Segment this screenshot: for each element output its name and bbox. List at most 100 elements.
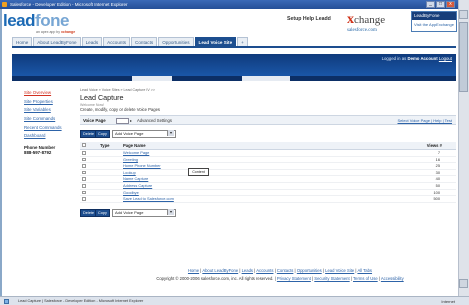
- page-name-link[interactable]: Welcome Page: [123, 150, 149, 156]
- sidebar-item-site-commands[interactable]: Site Commands: [24, 116, 72, 125]
- tab-underline: [12, 46, 456, 48]
- chevron-down-icon[interactable]: ▾: [167, 209, 174, 215]
- scroll-thumb[interactable]: [459, 22, 468, 92]
- copy-button[interactable]: Copy: [95, 130, 110, 138]
- table-header: Type Page Name Views #: [80, 142, 456, 150]
- xchange-sf: salesforce.com: [347, 28, 377, 33]
- row-checkbox[interactable]: [82, 190, 86, 195]
- filter-bar: Voice Page ▸ Advanced Settings Select Vo…: [80, 115, 456, 125]
- sub-nav-bar: [12, 76, 456, 81]
- page-name-link[interactable]: Goodbye: [123, 190, 139, 196]
- views-count: 25: [435, 163, 440, 169]
- filter-right-links[interactable]: Select Voice Page | Help | Test: [398, 118, 452, 123]
- table-row: Greeting 16: [80, 157, 456, 164]
- page-name-link[interactable]: Address Capture: [123, 183, 152, 189]
- privacy-link[interactable]: Privacy Statement: [277, 276, 311, 281]
- window-frame-left: [0, 0, 2, 305]
- table-row: Address Capture 50: [80, 183, 456, 190]
- tab-all-tabs[interactable]: +: [237, 37, 248, 46]
- sidebar-item-dashboard[interactable]: Dashboard: [24, 133, 72, 142]
- views-count: 500: [433, 196, 441, 202]
- security-link[interactable]: Security Statement: [314, 276, 349, 281]
- scroll-up-button[interactable]: [459, 10, 468, 19]
- table-row: Home Phone Number 25: [80, 163, 456, 170]
- footer-nav: Home | About LeadByFone | Leads | Accoun…: [187, 268, 373, 273]
- filter-label: Voice Page: [83, 118, 106, 123]
- copy-button-bottom[interactable]: Copy: [95, 209, 110, 217]
- footer-link-home[interactable]: Home: [188, 268, 199, 273]
- views-count: 16: [435, 156, 440, 162]
- tab-about[interactable]: About LeadByFone: [33, 37, 81, 46]
- footer-link-opportunities[interactable]: Opportunities: [297, 268, 322, 273]
- footer-link-leads[interactable]: Leads: [242, 268, 253, 273]
- col-views[interactable]: Views #: [427, 143, 442, 148]
- col-type[interactable]: Type: [100, 143, 109, 148]
- tagline-x: xchange: [60, 30, 76, 34]
- tab-opportunities[interactable]: Opportunities: [158, 37, 194, 46]
- footer-link-about[interactable]: About LeadByFone: [202, 268, 238, 273]
- app-banner: Logged in as Demo Account Logout: [12, 54, 456, 76]
- footer-link-lead-voice-site[interactable]: Lead Voice Site: [325, 268, 354, 273]
- appexchange-logo[interactable]: xchange salesforce.com: [347, 12, 385, 33]
- tab-accounts[interactable]: Accounts: [103, 37, 131, 46]
- logo-fone-text: fone: [35, 11, 69, 30]
- row-checkbox[interactable]: [82, 184, 86, 188]
- page-name-link[interactable]: Lookup: [123, 170, 136, 176]
- terms-link[interactable]: Terms of Use: [353, 276, 378, 281]
- col-page-name[interactable]: Page Name: [123, 143, 146, 148]
- row-checkbox[interactable]: [82, 151, 86, 155]
- row-checkbox[interactable]: [82, 177, 86, 181]
- copyright-text: Copyright © 2000-2006 salesforce.com, in…: [156, 275, 274, 281]
- select-all-checkbox[interactable]: [82, 143, 86, 147]
- subnav-tab-2[interactable]: [242, 76, 290, 81]
- header-links[interactable]: Setup Help Leadd: [287, 16, 331, 22]
- logo-lead-text: lead: [3, 11, 36, 30]
- page-name-link[interactable]: Home Phone Number: [123, 163, 161, 169]
- page-name-link[interactable]: Save Lead to Salesforce.com: [123, 196, 174, 202]
- appexchange-link[interactable]: Visit the AppExchange: [412, 20, 456, 29]
- scroll-down-button[interactable]: [459, 279, 468, 288]
- sidebar-item-recent-commands[interactable]: Recent Commands: [24, 125, 72, 134]
- tab-home[interactable]: Home: [12, 37, 33, 46]
- row-checkbox[interactable]: [82, 170, 86, 175]
- app-selector-value[interactable]: LeadByFone: [412, 12, 456, 20]
- subnav-tab-1[interactable]: [132, 76, 172, 81]
- minimize-button[interactable]: _: [426, 1, 435, 8]
- tab-leads[interactable]: Leads: [81, 37, 103, 46]
- sidebar-item-site-properties[interactable]: Site Properties: [24, 99, 72, 108]
- footer-link-contacts[interactable]: Contacts: [277, 268, 294, 273]
- sidebar-item-site-overview[interactable]: Site Overview: [24, 90, 72, 99]
- logout-link[interactable]: Logout: [439, 56, 452, 61]
- table-row: Welcome Page 7: [80, 150, 456, 157]
- row-checkbox[interactable]: [82, 197, 86, 201]
- page-title: Lead Capture: [80, 93, 124, 102]
- page-name-link[interactable]: Greeting: [123, 157, 138, 163]
- table-row: Save Lead to Salesforce.com 500: [80, 196, 456, 203]
- tab-contacts[interactable]: Contacts: [131, 37, 158, 46]
- tagline-mid: app by: [48, 30, 61, 34]
- page-name-link[interactable]: Name Capture: [123, 176, 148, 182]
- footer-legal: Copyright © 2000-2006 salesforce.com, in…: [156, 275, 404, 281]
- tab-lead-voice-site[interactable]: Lead Voice Site: [194, 37, 237, 46]
- status-message: Lead Capture | Salesforce - Developer Ed…: [18, 299, 144, 303]
- filter-select[interactable]: [116, 117, 129, 124]
- breadcrumb[interactable]: Lead Voice » Voice Sites » Lead Capture …: [80, 88, 155, 92]
- advanced-settings-link[interactable]: Advanced Settings: [137, 118, 172, 123]
- accessibility-link[interactable]: Accessibility: [381, 276, 404, 281]
- row-checkbox[interactable]: [82, 157, 86, 162]
- window-title: Salesforce - Developer Edition - Microso…: [10, 2, 128, 7]
- chevron-down-icon[interactable]: ▾: [167, 130, 174, 136]
- tab-bar: Home About LeadByFone Leads Accounts Con…: [12, 37, 248, 46]
- close-button[interactable]: x: [446, 1, 455, 8]
- sidebar-item-site-variables[interactable]: Site Variables: [24, 107, 72, 116]
- row-checkbox[interactable]: [82, 164, 86, 168]
- maximize-button[interactable]: □: [436, 1, 445, 8]
- browser-icon: [2, 2, 7, 7]
- footer-link-accounts[interactable]: Accounts: [256, 268, 273, 273]
- footer-link-all-tabs[interactable]: All Tabs: [357, 268, 372, 273]
- actions-top: Delete Copy Add Voice Page ▾: [80, 130, 230, 138]
- page-icon: [4, 298, 9, 304]
- table-row: Lookup 30: [80, 170, 456, 177]
- app-selector[interactable]: LeadByFone Visit the AppExchange: [411, 11, 457, 32]
- login-status: Logged in as Demo Account Logout: [382, 56, 452, 61]
